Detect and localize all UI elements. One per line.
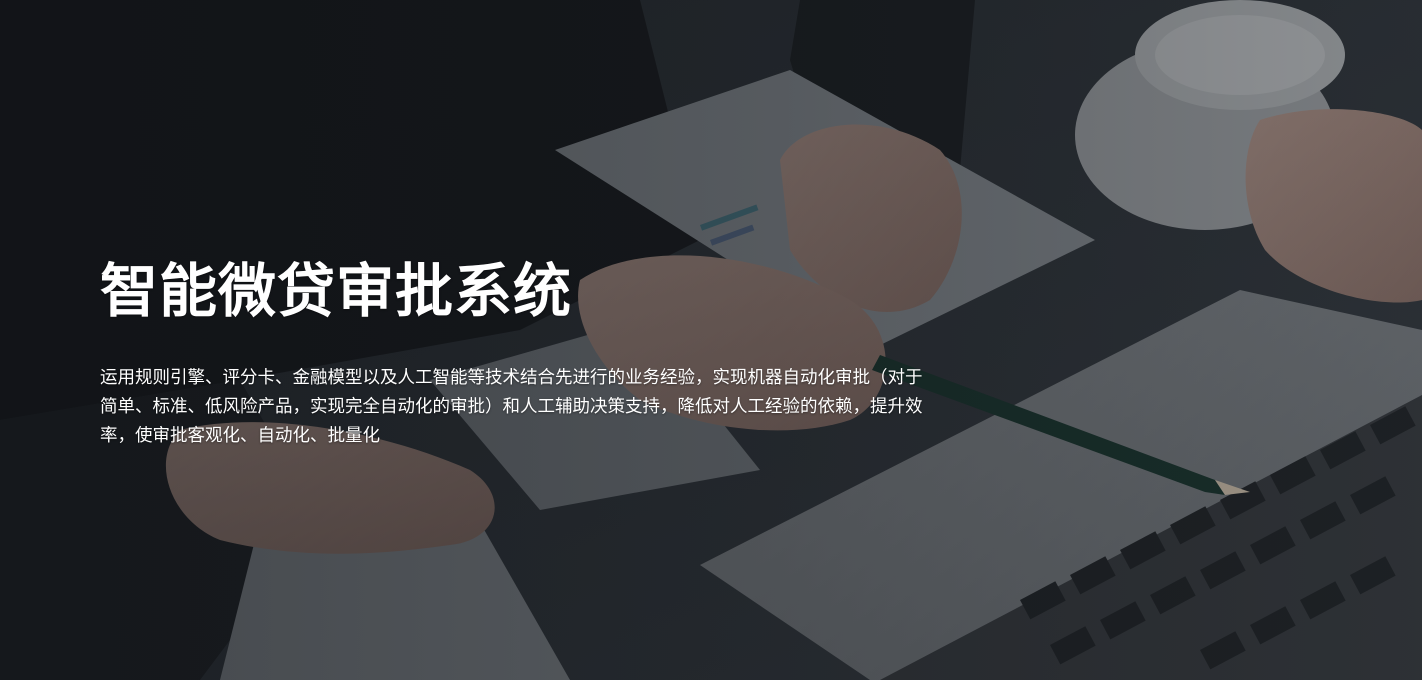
page-title: 智能微贷审批系统	[100, 259, 573, 324]
hero-description: 运用规则引擎、评分卡、金融模型以及人工智能等技术结合先进行的业务经验，实现机器自…	[100, 367, 923, 445]
hero-content: 智能微贷审批系统 运用规则引擎、评分卡、金融模型以及人工智能等技术结合先进行的业…	[100, 255, 930, 450]
hero-banner: 智能微贷审批系统 运用规则引擎、评分卡、金融模型以及人工智能等技术结合先进行的业…	[0, 0, 1422, 680]
